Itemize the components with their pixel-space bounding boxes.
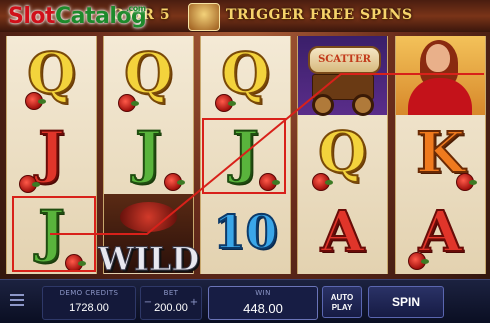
reel-4: SCATTER Q A [297, 36, 388, 274]
cowgirl-face [426, 44, 450, 72]
menu-icon[interactable] [10, 294, 24, 308]
wild-symbol: WILD [97, 240, 200, 279]
watermark-logo: SlotCatalog .com [8, 4, 147, 29]
reel-cell: K [396, 115, 485, 194]
symbol-a: A [418, 198, 463, 265]
cowgirl-cell [396, 36, 485, 115]
reel-cell: A [396, 194, 485, 273]
cowgirl-dress [408, 78, 472, 115]
win-label: WIN [255, 289, 271, 297]
symbol-q: Q [123, 40, 174, 107]
symbol-a: A [320, 198, 365, 265]
bet-increase-icon[interactable]: + [187, 296, 201, 310]
symbol-q: Q [220, 40, 271, 107]
watermark-suffix: .com [126, 4, 146, 13]
reel-cell: 10 [201, 194, 290, 273]
rose-icon [456, 173, 477, 191]
slot-game: 3 OR 5 TRIGGER FREE SPINS SlotCatalog .c… [0, 0, 490, 323]
rose-icon [312, 173, 333, 191]
auto-play-line1: AUTO [330, 293, 354, 302]
control-bar: DEMO CREDITS 1728.00 − BET 200.00 + WIN … [0, 279, 490, 323]
demo-credits-label: DEMO CREDITS [59, 289, 119, 297]
symbol-10: 10 [212, 204, 278, 259]
reel-cell: J [104, 115, 193, 194]
reel-cell: Q [201, 36, 290, 115]
reel-cell: A [298, 194, 387, 273]
scatter-cell: SCATTER [298, 36, 387, 116]
rose-icon [118, 94, 139, 112]
win-value: 448.00 [243, 301, 283, 316]
scatter-badge-icon [188, 3, 220, 31]
scatter-label: SCATTER [308, 46, 381, 74]
wheel-icon [352, 94, 374, 116]
win-highlight-box [12, 196, 96, 272]
reel-2: Q J WILD [97, 36, 200, 279]
symbol-k: K [415, 119, 466, 186]
rose-icon [25, 92, 46, 110]
reel-5: K A [395, 36, 486, 274]
demo-credits-value: 1728.00 [69, 302, 109, 314]
reel-cell: J [7, 115, 96, 194]
win-panel: WIN 448.00 [208, 286, 318, 320]
auto-play-line2: PLAY [331, 303, 353, 312]
crossed-pistols-icon [120, 202, 177, 232]
reel-area: Q J J Q J WILD Q J 10 SCATTER Q A K A [6, 36, 486, 279]
banner-right-text: TRIGGER FREE SPINS [226, 7, 413, 23]
rose-icon [215, 94, 236, 112]
bet-panel: − BET 200.00 + [140, 286, 202, 320]
wheel-icon [312, 94, 334, 116]
win-highlight-box [202, 118, 286, 194]
wild-cell: WILD [97, 194, 200, 279]
rose-icon [164, 173, 185, 191]
rose-icon [408, 252, 429, 270]
symbol-a: J [37, 119, 65, 186]
symbol-q: Q [317, 119, 368, 186]
reel-cell: Q [104, 36, 193, 115]
reel-cell: Q [7, 36, 96, 115]
demo-credits-panel: DEMO CREDITS 1728.00 [42, 286, 136, 320]
auto-play-button[interactable]: AUTO PLAY [322, 286, 362, 318]
symbol-j: J [134, 119, 162, 186]
rose-icon [19, 175, 40, 193]
reel-cell: Q [298, 115, 387, 194]
spin-button[interactable]: SPIN [368, 286, 444, 318]
watermark-part1: Slot [8, 4, 56, 29]
